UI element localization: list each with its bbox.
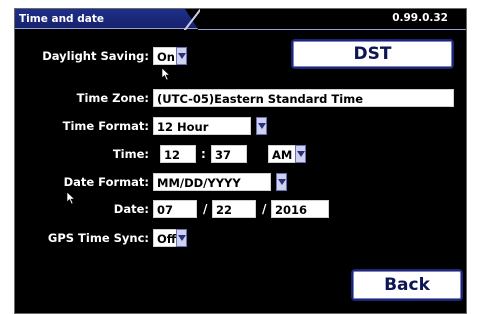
back-button-label: Back xyxy=(384,275,430,295)
date-label: Date: xyxy=(113,202,149,216)
time-label: Time: xyxy=(112,147,149,161)
dst-button[interactable]: DST xyxy=(291,39,454,69)
back-button[interactable]: Back xyxy=(351,269,463,301)
time-zone-label: Time Zone: xyxy=(76,91,149,105)
date-month-field[interactable]: 07 xyxy=(153,200,197,218)
time-minute-field[interactable]: 37 xyxy=(211,145,247,163)
time-ampm-select[interactable]: AM xyxy=(268,145,296,163)
dropdown-arrow-icon[interactable] xyxy=(256,117,267,135)
date-separator: / xyxy=(203,202,208,216)
date-separator: / xyxy=(262,202,267,216)
time-separator: : xyxy=(201,147,206,161)
daylight-saving-label: Daylight Saving: xyxy=(42,49,149,63)
date-format-select[interactable]: MM/DD/YYYY xyxy=(153,173,271,191)
gps-time-sync-select[interactable]: Off xyxy=(153,229,177,247)
time-date-screen: Time and date 0.99.0.32 Daylight Saving:… xyxy=(14,8,467,314)
time-hour-field[interactable]: 12 xyxy=(160,145,196,163)
header-divider xyxy=(198,29,466,30)
tab-edge-divider xyxy=(184,9,200,30)
time-format-label: Time Format: xyxy=(62,119,149,133)
dropdown-arrow-icon[interactable] xyxy=(276,173,287,191)
screen-title: Time and date xyxy=(19,13,104,25)
dropdown-arrow-icon[interactable] xyxy=(176,47,187,65)
time-zone-field[interactable]: (UTC-05)Eastern Standard Time xyxy=(153,89,454,107)
date-day-field[interactable]: 22 xyxy=(212,200,256,218)
gps-time-sync-label: GPS Time Sync: xyxy=(47,231,149,245)
firmware-version: 0.99.0.32 xyxy=(392,12,448,24)
dropdown-arrow-icon[interactable] xyxy=(176,229,187,247)
dropdown-arrow-icon[interactable] xyxy=(295,145,306,163)
dst-button-label: DST xyxy=(353,44,392,64)
time-format-select[interactable]: 12 Hour xyxy=(153,117,251,135)
date-format-label: Date Format: xyxy=(63,175,149,189)
date-year-field[interactable]: 2016 xyxy=(271,200,329,218)
daylight-saving-select[interactable]: On xyxy=(153,47,177,65)
screen-title-tab: Time and date xyxy=(15,9,198,29)
